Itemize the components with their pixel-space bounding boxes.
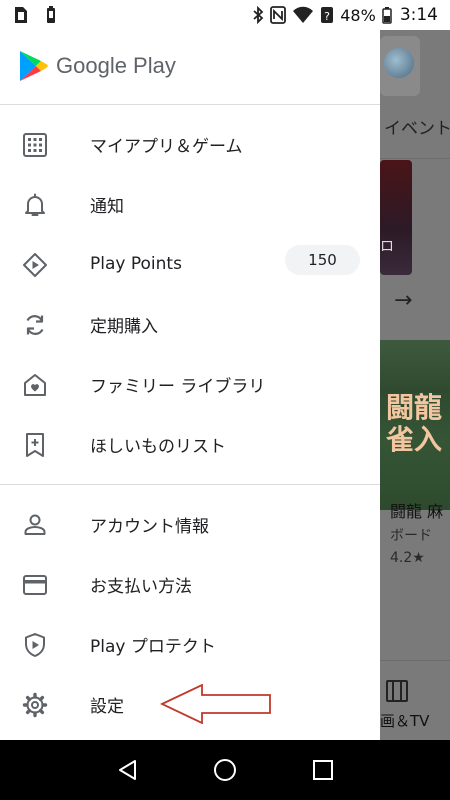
background-divider: [380, 158, 450, 159]
family-heart-icon: [24, 374, 46, 396]
background-app-thumbnail: [380, 36, 420, 96]
menu-item-label: ファミリー ライブラリ: [90, 376, 266, 397]
background-game-rating: 4.2★: [390, 550, 425, 566]
google-play-logo-icon: [20, 51, 48, 81]
background-section-label: イベント: [384, 119, 450, 139]
menu-item-label: Play プロテクト: [90, 636, 216, 657]
background-banner-title: 闘龍 雀入: [386, 391, 443, 456]
background-game-title: 闘龍 麻: [390, 502, 444, 521]
background-card-text: ロ: [380, 239, 394, 255]
status-bar-system: ? 48% 3:14: [252, 5, 438, 25]
bluetooth-icon: [253, 6, 264, 24]
background-scrim[interactable]: イベント ロ → 闘龍 雀入 闘龍 麻 ボード 4.2★ 画＆TV: [380, 30, 450, 740]
menu-item-payment-methods[interactable]: お支払い方法: [0, 554, 380, 614]
arrow-right-icon: →: [394, 288, 413, 313]
sim-notification-icon: [15, 7, 27, 23]
bookmark-add-icon: [26, 433, 44, 457]
google-play-brand: Google Play: [18, 50, 176, 82]
background-mahjong-banner: 闘龍 雀入: [380, 340, 450, 510]
app-title: Google Play: [56, 53, 176, 78]
back-icon[interactable]: [116, 758, 140, 782]
menu-item-play-points[interactable]: Play Points 150: [0, 234, 380, 294]
gear-icon: [22, 692, 48, 718]
menu-item-label: Play Points: [90, 254, 182, 274]
battery-saver-notification-icon: [47, 6, 55, 23]
wifi-icon: [293, 6, 314, 23]
menu-item-label: 通知: [90, 196, 124, 217]
svg-text:?: ?: [324, 10, 330, 23]
credit-card-icon: [23, 575, 47, 595]
apps-grid-icon: [23, 133, 47, 157]
clock: 3:14: [399, 5, 438, 25]
background-game-card: [380, 160, 412, 275]
background-game-category: ボード: [390, 528, 432, 544]
menu-item-family-library[interactable]: ファミリー ライブラリ: [0, 354, 380, 414]
menu-item-account[interactable]: アカウント情報: [0, 494, 380, 554]
menu-item-label: お支払い方法: [90, 576, 192, 597]
menu-item-label: マイアプリ＆ゲーム: [90, 136, 243, 157]
annotation-arrow-icon: [160, 684, 271, 724]
status-bar-notifications: [14, 6, 56, 24]
system-navigation-bar: [0, 740, 450, 800]
menu-item-label: ほしいものリスト: [90, 436, 226, 457]
home-icon[interactable]: [213, 758, 237, 782]
background-bottom-tab-label: 画＆TV: [380, 712, 430, 730]
bell-icon: [25, 193, 45, 216]
menu-divider: [0, 104, 380, 105]
play-points-icon: [23, 253, 47, 277]
recents-icon[interactable]: [311, 758, 335, 782]
battery-icon: [382, 7, 392, 24]
refresh-icon: [26, 315, 44, 335]
navigation-drawer: Google Play マイアプリ＆ゲーム 通知 Play Points 150…: [0, 30, 380, 740]
menu-item-label: 定期購入: [90, 316, 158, 337]
menu-item-notifications[interactable]: 通知: [0, 174, 380, 234]
nfc-icon: [270, 6, 287, 24]
play-points-balance-badge: 150: [285, 245, 360, 275]
shield-play-icon: [25, 633, 45, 657]
menu-item-subscriptions[interactable]: 定期購入: [0, 294, 380, 354]
person-icon: [24, 514, 46, 535]
sim-signal-icon: ?: [321, 7, 334, 23]
movie-film-icon: [386, 680, 408, 702]
battery-percent: 48%: [340, 5, 376, 25]
background-bottom-divider: [380, 660, 450, 661]
menu-divider: [0, 484, 380, 485]
menu-item-play-protect[interactable]: Play プロテクト: [0, 614, 380, 674]
menu-item-label: アカウント情報: [90, 516, 209, 537]
menu-item-wishlist[interactable]: ほしいものリスト: [0, 414, 380, 474]
status-bar: ? 48% 3:14: [0, 0, 450, 30]
menu-item-label: 設定: [90, 696, 124, 717]
menu-item-my-apps-games[interactable]: マイアプリ＆ゲーム: [0, 114, 380, 174]
